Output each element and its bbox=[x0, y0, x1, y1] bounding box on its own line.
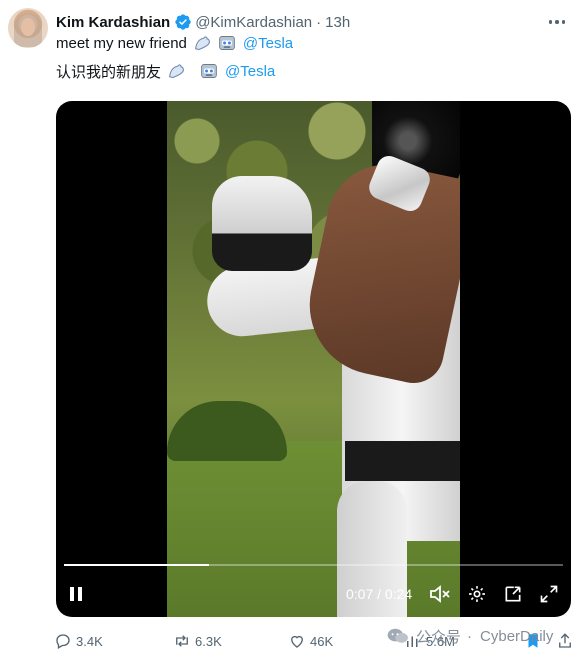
video-frame bbox=[167, 101, 460, 617]
mute-icon[interactable] bbox=[428, 582, 452, 606]
mention-link[interactable]: @Tesla bbox=[243, 35, 293, 52]
tweet-text: meet my new friend bbox=[56, 34, 187, 52]
watermark-brand: CyberDaily bbox=[480, 627, 554, 645]
mention-link[interactable]: @Tesla bbox=[225, 63, 275, 80]
share-icon bbox=[559, 633, 571, 648]
tweet-text-chinese: 认识我的新朋友 bbox=[56, 63, 162, 81]
repost-button[interactable]: 6.3K bbox=[173, 630, 222, 652]
settings-icon[interactable] bbox=[465, 582, 489, 606]
reply-count: 3.4K bbox=[76, 633, 103, 649]
avatar[interactable] bbox=[8, 8, 48, 48]
tweet-header: Kim Kardashian @KimKardashian · 13h bbox=[56, 12, 350, 32]
watermark: 公众号 · CyberDaily bbox=[386, 624, 553, 648]
video-progress-fill bbox=[64, 564, 209, 566]
flexed-biceps-emoji bbox=[169, 64, 184, 79]
tweet-text-line-2: 认识我的新朋友 @Tesla bbox=[56, 60, 275, 82]
tweet-text-line-1: meet my new friend @Tesla bbox=[56, 33, 293, 53]
verified-badge-icon bbox=[175, 14, 191, 30]
video-player[interactable]: 0:07 / 0:24 bbox=[56, 101, 571, 617]
robot-hand bbox=[212, 176, 312, 271]
reply-button[interactable]: 3.4K bbox=[54, 630, 103, 652]
like-count: 46K bbox=[310, 633, 334, 649]
fullscreen-icon[interactable] bbox=[537, 582, 561, 606]
like-button[interactable]: 46K bbox=[288, 630, 333, 652]
video-controls: 0:07 / 0:24 bbox=[56, 579, 571, 609]
robot-emoji bbox=[201, 64, 217, 78]
watermark-label: 公众号 bbox=[416, 628, 462, 646]
reply-icon bbox=[56, 634, 70, 649]
share-button[interactable] bbox=[556, 630, 578, 652]
repost-count: 6.3K bbox=[195, 633, 222, 649]
more-options-icon[interactable] bbox=[546, 12, 568, 32]
repost-icon bbox=[176, 635, 188, 647]
flexed-biceps-emoji bbox=[194, 36, 210, 51]
picture-in-picture-icon[interactable] bbox=[501, 582, 525, 606]
tweet-time[interactable]: 13h bbox=[325, 14, 350, 31]
header-separator: · bbox=[316, 13, 322, 31]
wechat-icon bbox=[387, 628, 408, 643]
pause-icon[interactable] bbox=[64, 582, 88, 606]
heart-icon bbox=[291, 635, 303, 648]
video-progress-bar[interactable] bbox=[64, 564, 563, 566]
video-time-readout: 0:07 / 0:24 bbox=[346, 586, 413, 602]
author-name[interactable]: Kim Kardashian bbox=[56, 14, 170, 31]
robot-emoji bbox=[219, 36, 235, 50]
avatar-face bbox=[21, 18, 35, 36]
author-handle[interactable]: @KimKardashian bbox=[195, 14, 312, 31]
